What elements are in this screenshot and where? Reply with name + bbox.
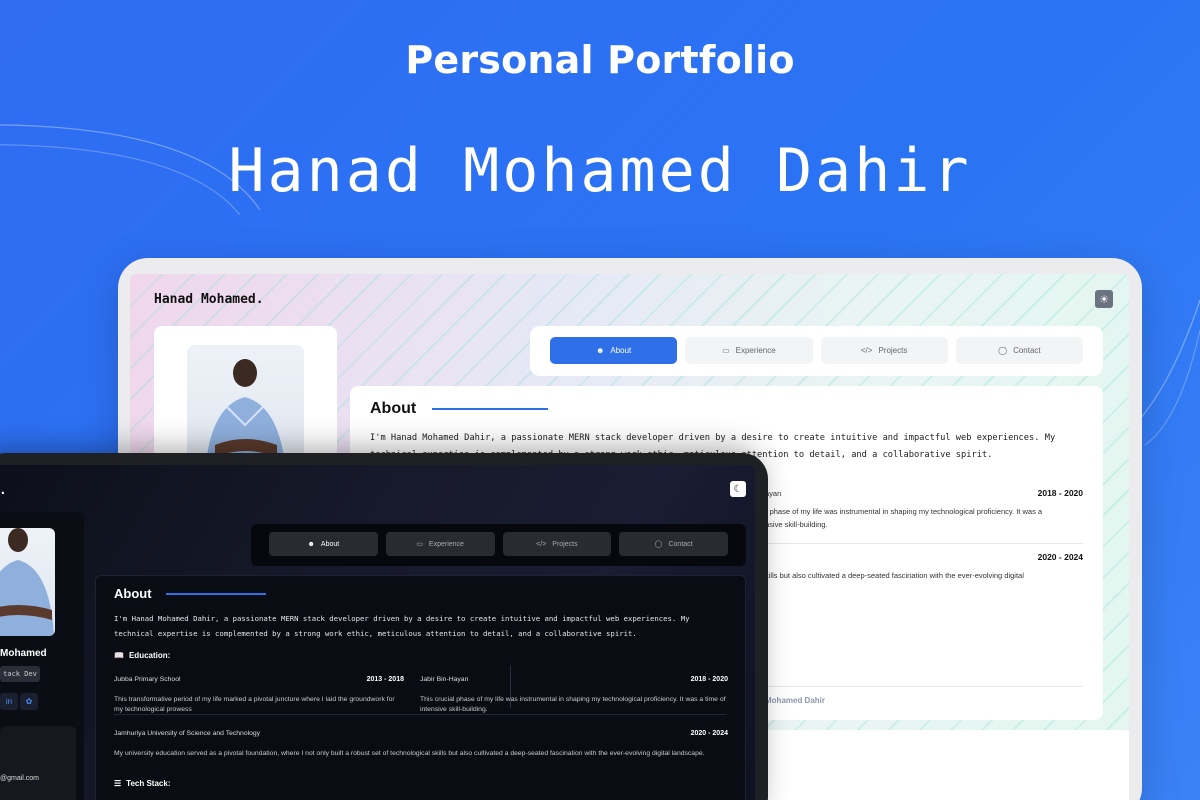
education-heading-text: Education:	[128, 651, 171, 660]
main-nav: ☻ About ▭ Experience </> Projects ◯ Cont…	[251, 524, 746, 566]
profile-card: Mohamed tack Dev in ✿ @gmail.com	[0, 512, 84, 800]
user-icon: ☻	[307, 540, 315, 548]
moon-icon[interactable]: ☾	[730, 481, 746, 497]
tab-label: Experience	[735, 346, 776, 355]
education-desc: nsive skill-building.	[765, 520, 828, 529]
footer-name: Mohamed Dahir	[765, 696, 826, 705]
tab-label: Projects	[552, 540, 578, 548]
education-heading: 📖 Education:	[114, 651, 170, 660]
tab-label: Experience	[428, 540, 464, 548]
tech-stack-heading-text: Tech Stack:	[126, 779, 171, 788]
education-desc: kills but also cultivated a deep-seated …	[765, 571, 1024, 580]
tab-label: Contact	[668, 540, 693, 548]
school-years: 2013 - 2018	[366, 676, 404, 683]
title-underline	[432, 408, 549, 410]
education-item: Jamhuriya University of Science and Tech…	[114, 729, 728, 759]
tech-stack-heading: ☰ Tech Stack:	[114, 779, 170, 788]
dark-device-mockup: d. ☾ Mohamed tack Dev in ✿ @gmail.com ☻ …	[0, 453, 768, 800]
tab-contact[interactable]: ◯ Contact	[955, 337, 1083, 364]
school-desc: This transformative period of my life ma…	[114, 696, 395, 713]
section-title: About	[370, 400, 1083, 418]
twitter-icon[interactable]: ✿	[20, 693, 38, 710]
tab-label: About	[610, 346, 632, 355]
tab-about[interactable]: ☻ About	[269, 532, 378, 556]
tab-label: About	[320, 540, 340, 548]
tab-experience[interactable]: ▭ Experience	[685, 337, 813, 364]
tab-contact[interactable]: ◯ Contact	[619, 532, 728, 556]
tab-experience[interactable]: ▭ Experience	[385, 532, 495, 556]
contact-info-card	[0, 726, 76, 800]
layers-icon: ☰	[114, 779, 122, 788]
user-icon: ☻	[595, 346, 605, 355]
tab-projects[interactable]: </> Projects	[820, 337, 948, 364]
divider	[765, 543, 1083, 544]
dark-screen: d. ☾ Mohamed tack Dev in ✿ @gmail.com ☻ …	[0, 465, 755, 800]
email-text[interactable]: @gmail.com	[0, 775, 39, 782]
education-year: 2018 - 2020	[1037, 488, 1083, 498]
tab-projects[interactable]: </> Projects	[502, 532, 612, 556]
education-item: Jubba Primary School 2013 - 2018 This tr…	[114, 675, 404, 715]
avatar	[0, 528, 55, 636]
school-name: Jabir Bin-Hayan	[420, 676, 469, 683]
briefcase-icon: ▭	[416, 541, 423, 548]
profile-name: Mohamed	[0, 648, 47, 659]
tab-about[interactable]: ☻ About	[550, 337, 678, 364]
code-icon: </>	[536, 540, 547, 548]
chat-icon: ◯	[654, 541, 663, 548]
about-text: I'm Hanad Mohamed Dahir, a passionate ME…	[114, 614, 690, 638]
school-name: Jamhuriya University of Science and Tech…	[114, 730, 261, 737]
school-years: 2020 - 2024	[690, 730, 728, 737]
hero-label: Personal Portfolio	[405, 38, 795, 82]
divider	[114, 714, 727, 715]
site-logo[interactable]: d.	[0, 483, 6, 497]
briefcase-icon: ▭	[722, 346, 730, 355]
education-year: 2020 - 2024	[1037, 552, 1083, 562]
education-item: Jabir Bin-Hayan 2018 - 2020 This crucial…	[420, 675, 728, 715]
section-title-text: About	[370, 400, 417, 417]
section-title: About	[114, 586, 727, 601]
chat-icon: ◯	[998, 346, 1008, 355]
divider	[765, 686, 1083, 687]
book-icon: 📖	[114, 651, 124, 660]
school-desc: My university education served as a pivo…	[114, 750, 705, 757]
section-title-text: About	[114, 586, 152, 601]
main-nav: ☻ About ▭ Experience </> Projects ◯ Cont…	[530, 326, 1103, 376]
role-badge: tack Dev	[0, 666, 40, 682]
tab-label: Projects	[878, 346, 908, 355]
linkedin-icon[interactable]: in	[0, 693, 18, 710]
site-logo[interactable]: Hanad Mohamed.	[154, 292, 264, 307]
school-desc: This crucial phase of my life was instru…	[420, 696, 726, 713]
sun-icon[interactable]: ☀	[1095, 290, 1113, 308]
education-desc: ) phase of my life was instrumental in s…	[765, 507, 1043, 516]
title-underline	[165, 592, 266, 595]
hero-name: Hanad Mohamed Dahir	[228, 136, 972, 206]
tab-label: Contact	[1013, 346, 1041, 355]
school-name: Jubba Primary School	[114, 676, 181, 683]
about-section: About I'm Hanad Mohamed Dahir, a passion…	[95, 575, 746, 800]
school-years: 2018 - 2020	[690, 676, 728, 683]
code-icon: </>	[860, 346, 873, 355]
